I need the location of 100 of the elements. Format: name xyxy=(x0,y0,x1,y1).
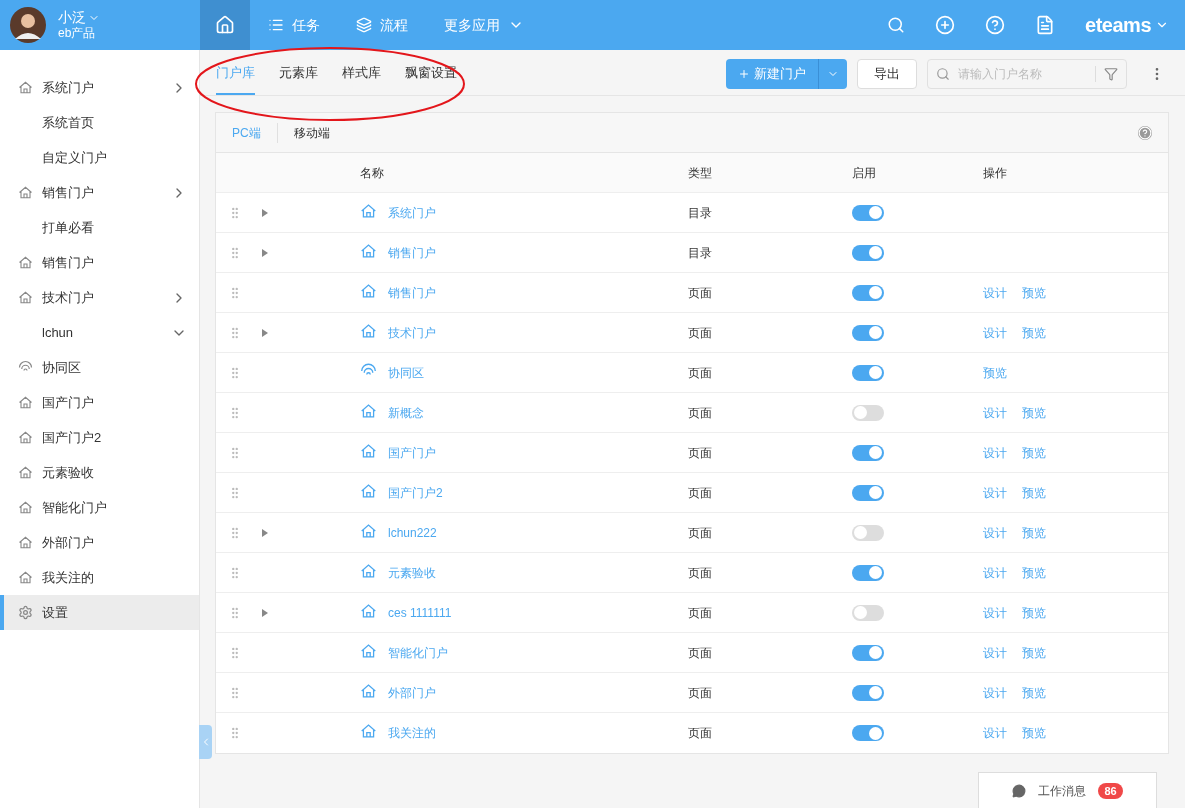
toggle-switch[interactable] xyxy=(852,644,884,661)
filter-icon[interactable] xyxy=(1104,66,1118,81)
chat-icon xyxy=(1012,784,1027,798)
user-name[interactable]: 小泛 xyxy=(58,8,86,27)
action-link[interactable]: 预览 xyxy=(983,363,1007,382)
nav-tab[interactable]: 更多应用 xyxy=(426,0,542,50)
action-link[interactable]: 设计 xyxy=(983,683,1007,702)
action-link[interactable]: 预览 xyxy=(1022,683,1046,702)
action-link[interactable]: 设计 xyxy=(983,323,1007,342)
portal-name-link[interactable]: 系统门户 xyxy=(388,203,436,222)
portal-name-link[interactable]: 新概念 xyxy=(388,403,424,422)
expand-arrow-icon[interactable] xyxy=(262,208,268,217)
expand-arrow-icon[interactable] xyxy=(262,608,268,617)
nav-tab[interactable] xyxy=(200,0,250,50)
portal-name-link[interactable]: 销售门户 xyxy=(388,243,436,262)
toggle-switch[interactable] xyxy=(852,404,884,421)
toggle-switch[interactable] xyxy=(852,484,884,501)
sidebar-item[interactable]: 国产门户 xyxy=(0,385,199,420)
portal-name-link[interactable]: 外部门户 xyxy=(388,683,436,702)
portal-name-link[interactable]: ces 1111111 xyxy=(388,603,452,622)
expand-arrow-icon[interactable] xyxy=(262,248,268,257)
action-link[interactable]: 设计 xyxy=(983,563,1007,582)
tab[interactable]: 样式库 xyxy=(342,50,381,95)
table-cell-text: 页面 xyxy=(688,644,713,662)
toggle-switch[interactable] xyxy=(852,204,884,221)
sidebar-item[interactable]: lchun xyxy=(0,315,199,350)
sidebar-item[interactable]: 外部门户 xyxy=(0,525,199,560)
action-link[interactable]: 设计 xyxy=(983,443,1007,462)
sidebar-item[interactable]: 技术门户 xyxy=(0,280,199,315)
toggle-switch[interactable] xyxy=(852,364,884,381)
action-link[interactable]: 预览 xyxy=(1022,724,1046,742)
portal-name-link[interactable]: 国产门户2 xyxy=(388,483,443,502)
toggle-switch[interactable] xyxy=(852,324,884,341)
portal-name-link[interactable]: 国产门户 xyxy=(388,443,436,462)
sidebar-item[interactable]: 协同区 xyxy=(0,350,199,385)
expand-arrow-icon[interactable] xyxy=(262,528,268,537)
action-link[interactable]: 设计 xyxy=(983,523,1007,542)
action-link[interactable]: 设计 xyxy=(983,403,1007,422)
portal-name-link[interactable]: 元素验收 xyxy=(388,563,436,582)
toggle-switch[interactable] xyxy=(852,725,884,741)
sidebar-item[interactable]: 国产门户2 xyxy=(0,420,199,455)
expand-arrow-icon[interactable] xyxy=(262,328,268,337)
action-link[interactable]: 预览 xyxy=(1022,563,1046,582)
table-cell-text: 页面 xyxy=(688,725,713,742)
sidebar-item[interactable]: 销售门户 xyxy=(0,245,199,280)
sidebar-item[interactable]: 设置 xyxy=(0,595,199,630)
toggle-switch[interactable] xyxy=(852,684,884,701)
subtab[interactable]: 移动端 xyxy=(276,122,330,143)
sidebar-item[interactable]: 智能化门户 xyxy=(0,490,199,525)
tab[interactable]: 飘窗设置 xyxy=(405,50,457,95)
subtab[interactable]: PC端 xyxy=(232,122,261,143)
table-cell-text: 页面 xyxy=(688,444,713,462)
house-icon xyxy=(360,562,377,579)
action-link[interactable]: 预览 xyxy=(1022,283,1046,302)
add-icon[interactable] xyxy=(935,15,956,35)
portal-name-link[interactable]: 我关注的 xyxy=(388,724,436,742)
toggle-switch[interactable] xyxy=(852,284,884,301)
portal-name-link[interactable]: 销售门户 xyxy=(388,283,436,302)
action-link[interactable]: 预览 xyxy=(1022,603,1046,622)
new-portal-button[interactable]: 新建门户 xyxy=(726,58,847,89)
toggle-switch[interactable] xyxy=(852,244,884,261)
sidebar-item[interactable]: 我关注的 xyxy=(0,560,199,595)
action-link[interactable]: 预览 xyxy=(1022,643,1046,662)
sidebar-item[interactable]: 自定义门户 xyxy=(0,140,199,175)
toggle-switch[interactable] xyxy=(852,604,884,621)
portal-name-link[interactable]: lchun222 xyxy=(388,523,437,542)
help-icon[interactable] xyxy=(985,15,1006,35)
sidebar-item[interactable]: 打单必看 xyxy=(0,210,199,245)
collapse-handle[interactable] xyxy=(199,725,212,759)
sidebar-item[interactable]: 系统首页 xyxy=(0,105,199,140)
house-icon xyxy=(360,202,377,219)
action-link[interactable]: 预览 xyxy=(1022,403,1046,422)
tab[interactable]: 门户库 xyxy=(216,50,255,95)
action-link[interactable]: 设计 xyxy=(983,643,1007,662)
message-button[interactable]: 工作消息 86 xyxy=(978,772,1157,808)
notes-icon[interactable] xyxy=(1035,15,1056,35)
search-icon[interactable] xyxy=(887,16,906,34)
sidebar-item[interactable]: 销售门户 xyxy=(0,175,199,210)
nav-tab[interactable]: 流程 xyxy=(338,0,426,50)
action-link[interactable]: 预览 xyxy=(1022,323,1046,342)
help-icon[interactable] xyxy=(1138,125,1152,140)
toggle-switch[interactable] xyxy=(852,524,884,541)
action-link[interactable]: 设计 xyxy=(983,724,1007,742)
action-link[interactable]: 预览 xyxy=(1022,483,1046,502)
export-button[interactable]: 导出 xyxy=(857,58,917,89)
action-link[interactable]: 设计 xyxy=(983,483,1007,502)
action-link[interactable]: 设计 xyxy=(983,603,1007,622)
portal-name-link[interactable]: 协同区 xyxy=(388,363,424,382)
toggle-switch[interactable] xyxy=(852,444,884,461)
sidebar-item[interactable]: 系统门户 xyxy=(0,70,199,105)
toggle-switch[interactable] xyxy=(852,564,884,581)
portal-name-link[interactable]: 智能化门户 xyxy=(388,643,448,662)
action-link[interactable]: 设计 xyxy=(983,283,1007,302)
nav-tab[interactable]: 任务 xyxy=(250,0,338,50)
action-link[interactable]: 预览 xyxy=(1022,443,1046,462)
portal-name-link[interactable]: 技术门户 xyxy=(388,323,436,342)
brand-logo[interactable]: eteams xyxy=(1085,10,1151,40)
tab[interactable]: 元素库 xyxy=(279,50,318,95)
action-link[interactable]: 预览 xyxy=(1022,523,1046,542)
sidebar-item[interactable]: 元素验收 xyxy=(0,455,199,490)
